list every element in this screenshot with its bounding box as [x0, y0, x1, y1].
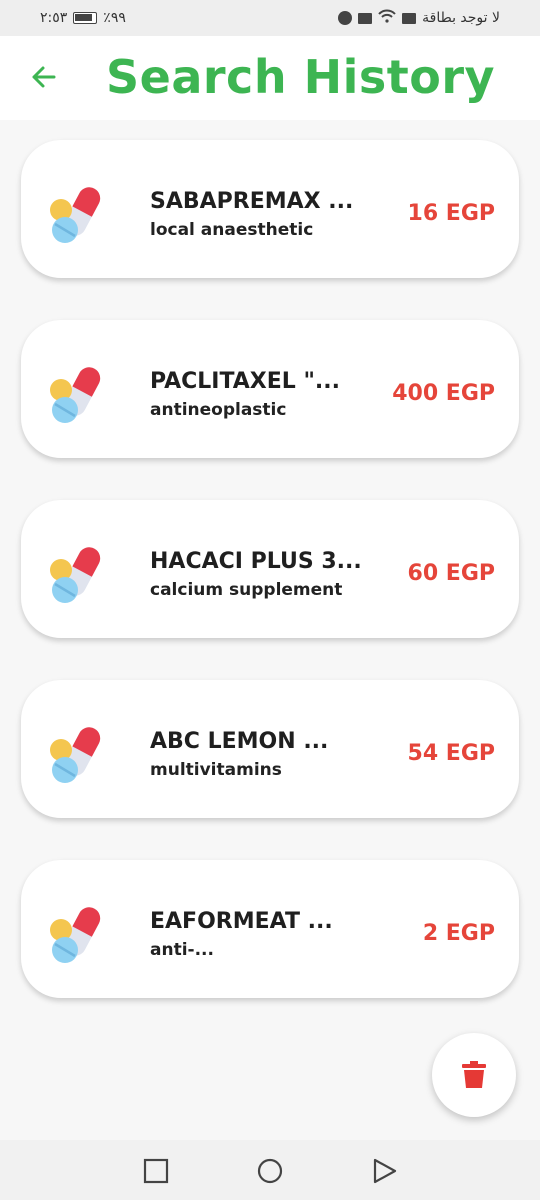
app-header: Search History [0, 36, 540, 120]
back-button[interactable] [26, 60, 60, 94]
pills-icon [50, 547, 101, 603]
circle-icon[interactable] [257, 1158, 283, 1184]
status-right: لا توجد بطاقة [338, 9, 500, 27]
medicine-name: PACLITAXEL "... [150, 369, 341, 394]
pills-icon [50, 187, 101, 243]
history-card[interactable]: SABAPREMAX ... local anaesthetic 16 EGP [21, 140, 519, 278]
history-card[interactable]: HACACI PLUS 3... calcium supplement 60 E… [21, 500, 519, 638]
status-left: ٢:٥٣ ٪٩٩ [40, 10, 126, 26]
sim-alert-icon [402, 12, 417, 24]
pills-icon [50, 907, 101, 963]
medicine-category: antineoplastic [150, 400, 287, 420]
medicine-category: calcium supplement [150, 580, 343, 600]
trash-icon [462, 1061, 486, 1088]
medicine-name: HACACI PLUS 3... [150, 549, 362, 574]
medicine-name: SABAPREMAX ... [150, 189, 354, 214]
medicine-price: 400 EGP [392, 381, 495, 406]
page-title: Search History [106, 50, 495, 104]
carrier-text: لا توجد بطاقة [422, 10, 500, 26]
system-nav-bar [0, 1140, 540, 1200]
arrow-left-icon [32, 66, 56, 88]
wifi-icon [378, 9, 396, 27]
square-icon[interactable] [143, 1158, 169, 1184]
medicine-name: ABC LEMON ... [150, 729, 329, 754]
status-bar: ٢:٥٣ ٪٩٩ لا توجد بطاقة [0, 0, 540, 36]
medicine-category: local anaesthetic [150, 220, 314, 240]
pills-icon [50, 727, 101, 783]
pills-icon [50, 367, 101, 423]
history-card[interactable]: PACLITAXEL "... antineoplastic 400 EGP [21, 320, 519, 458]
triangle-icon[interactable] [372, 1158, 398, 1184]
medicine-category: multivitamins [150, 760, 282, 780]
battery-level: ٪٩٩ [103, 10, 126, 26]
medicine-category: anti-... [150, 940, 214, 960]
medicine-price: 54 EGP [407, 741, 495, 766]
history-card[interactable]: EAFORMEAT ... anti-... 2 EGP [21, 860, 519, 998]
battery-icon [73, 12, 98, 24]
mail-icon [358, 12, 373, 24]
medicine-price: 60 EGP [407, 561, 495, 586]
medicine-name: EAFORMEAT ... [150, 909, 333, 934]
status-time: ٢:٥٣ [40, 10, 68, 26]
history-card[interactable]: ABC LEMON ... multivitamins 54 EGP [21, 680, 519, 818]
medicine-price: 2 EGP [422, 921, 495, 946]
clear-history-button[interactable] [432, 1033, 516, 1117]
facebook-icon [338, 11, 353, 25]
medicine-price: 16 EGP [407, 201, 495, 226]
